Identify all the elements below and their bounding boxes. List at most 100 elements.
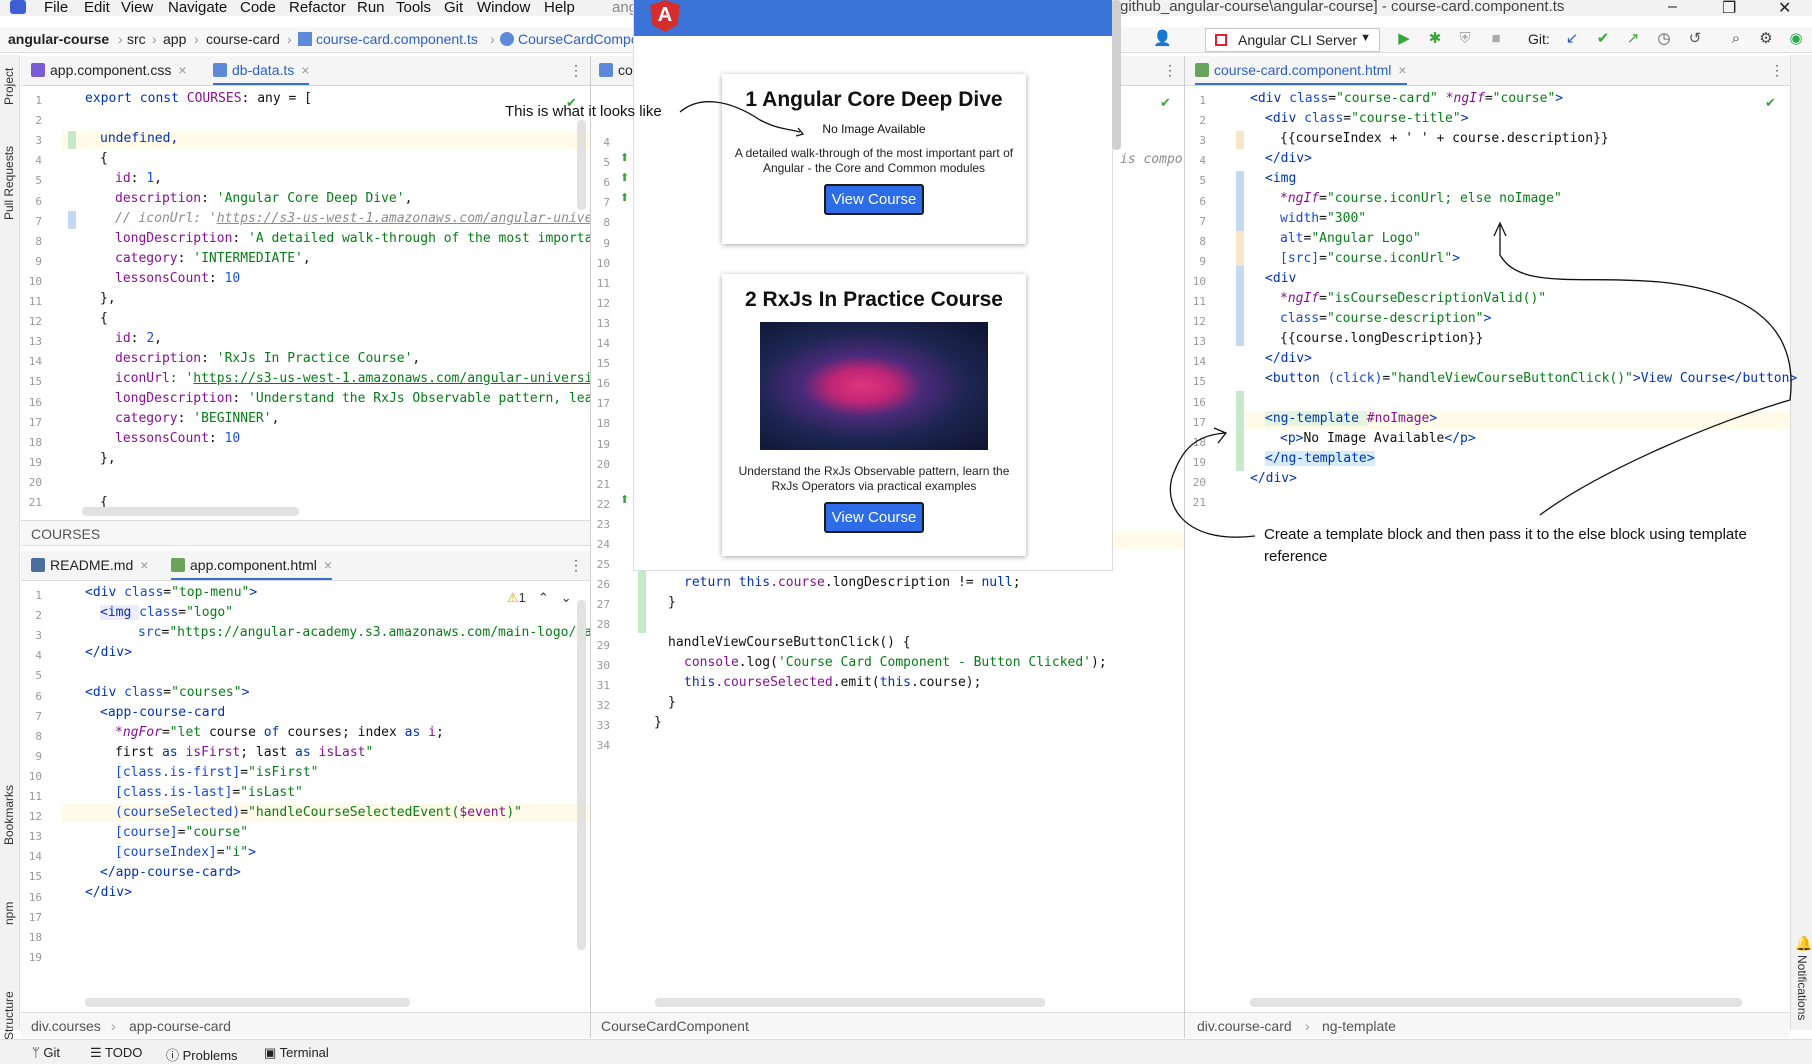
tab-app-component-css[interactable]: app.component.css × [31,62,187,78]
run-icon[interactable]: ▶ [1395,30,1413,48]
view-course-button[interactable]: View Course [823,502,925,533]
line-number: 24 [596,538,610,551]
breadcrumb-ng-template[interactable]: ng-template [1322,1018,1396,1034]
breadcrumb-component[interactable]: CourseCardComponent [601,1018,749,1034]
close-tab-icon[interactable]: × [140,557,148,573]
close-tab-icon[interactable]: × [301,62,309,78]
breadcrumb-class[interactable]: CourseCardCompo [500,31,639,47]
implements-gutter-icon[interactable]: ⬆ [620,171,629,184]
line-number: 6 [35,689,42,703]
menu-file[interactable]: File [44,0,68,16]
implements-gutter-icon[interactable]: ⬆ [620,493,629,506]
line-number: 16 [596,377,610,391]
breadcrumb-app-course-card[interactable]: app-course-card [129,1018,231,1034]
close-icon[interactable]: ✕ [1778,0,1791,16]
code-line: <div class="top-menu"> [85,585,258,600]
view-course-button[interactable]: View Course [823,184,925,215]
tab-label: app.component.css [50,62,172,78]
close-tab-icon[interactable]: × [324,557,332,573]
vertical-scrollbar[interactable] [577,600,586,950]
change-marker [1236,391,1244,471]
tab-course-card-html[interactable]: course-card.component.html × [1195,62,1407,85]
menu-view[interactable]: View [121,0,153,16]
todo-tool-button[interactable]: ☰ TODO [90,1045,142,1061]
line-number: 4 [1199,154,1206,168]
more-options-icon[interactable]: ⋮ [569,62,583,79]
line-number: 32 [596,698,610,712]
line-number: 2 [35,114,42,128]
menu-window[interactable]: Window [477,0,530,16]
implements-gutter-icon[interactable]: ⬆ [620,151,629,164]
notifications-tool-tab[interactable]: Notifications [1795,955,1809,1020]
menu-navigate[interactable]: Navigate [168,0,227,16]
run-config-label: Angular CLI Server [1238,32,1358,48]
plugin-icon[interactable]: ◉ [1787,30,1805,48]
git-update-icon[interactable]: ↙ [1563,30,1581,48]
terminal-tool-button[interactable]: ▣ Terminal [264,1045,329,1061]
breadcrumb-src[interactable]: src [127,31,146,47]
restore-icon[interactable]: ❐ [1722,0,1736,16]
git-tool-button[interactable]: ᛘ Git [32,1045,60,1060]
course-card: 2 RxJs In Practice Course Understand the… [722,274,1026,556]
stop-icon[interactable]: ■ [1487,30,1505,48]
horizontal-scrollbar[interactable] [1250,998,1742,1007]
problems-tool-button[interactable]: ⓘ Problems [166,1045,238,1064]
minimize-icon[interactable]: – [1668,0,1677,16]
history-icon[interactable]: ◷ [1655,30,1673,48]
line-number: 3 [1199,134,1206,148]
chevron-up-icon[interactable]: ⌃ [538,590,549,605]
debug-icon[interactable]: ✱ [1426,30,1444,48]
settings-gear-icon[interactable]: ⚙ [1757,30,1775,48]
horizontal-scrollbar[interactable] [85,998,410,1007]
search-icon[interactable]: ⌕ [1727,30,1745,48]
more-options-icon[interactable]: ⋮ [569,557,583,574]
rollback-icon[interactable]: ↺ [1686,30,1704,48]
breadcrumb-course-card[interactable]: course-card [206,31,280,47]
line-number: 29 [596,638,610,652]
close-tab-icon[interactable]: × [1398,62,1406,78]
line-number: 17 [1192,415,1206,429]
breadcrumb-div-course-card[interactable]: div.course-card [1197,1018,1292,1034]
tab-course-card-ts[interactable]: co [599,62,633,78]
line-number: 6 [1199,194,1206,208]
menu-code[interactable]: Code [240,0,276,16]
implements-gutter-icon[interactable]: ⬆ [620,191,629,204]
user-icon[interactable]: 👤 [1153,30,1172,48]
menu-help[interactable]: Help [544,0,575,16]
chevron-down-icon[interactable]: ⌄ [561,590,572,605]
bell-icon[interactable]: 🔔 [1795,935,1812,952]
line-number: 14 [596,337,610,350]
browser-scrollbar[interactable] [1112,0,1121,150]
tab-readme-md[interactable]: README.md × [31,557,148,573]
app-logo-icon [10,0,26,14]
line-number: 18 [596,417,610,431]
coverage-icon[interactable]: ⛨ [1456,30,1474,48]
line-number: 12 [596,296,610,310]
menu-git[interactable]: Git [444,0,463,16]
menu-refactor[interactable]: Refactor [289,0,346,16]
tab-app-component-html[interactable]: app.component.html × [171,557,333,580]
more-options-icon[interactable]: ⋮ [1770,62,1784,79]
menu-edit[interactable]: Edit [84,0,110,16]
line-number: 28 [596,618,610,632]
structure-tool-tab[interactable]: Structure [2,991,16,1040]
code-line: { [100,151,108,166]
breadcrumb-project[interactable]: angular-course [8,31,109,47]
breadcrumb-file[interactable]: course-card.component.ts [298,31,478,47]
structure-breadcrumb[interactable]: COURSES [31,526,100,542]
tab-db-data-ts[interactable]: db-data.ts × [213,62,310,85]
breadcrumb-app[interactable]: app [163,31,186,47]
terminal-icon: ▣ [264,1045,280,1060]
run-config-select[interactable]: Angular CLI Server ▼ [1205,28,1380,52]
menu-run[interactable]: Run [357,0,385,16]
horizontal-scrollbar[interactable] [655,998,1045,1007]
code-line: <p>No Image Available</p> [1280,431,1476,446]
inspection-widget[interactable]: ⚠1 ⌃ ⌄ [507,590,572,606]
git-push-icon[interactable]: ↗ [1624,30,1642,48]
breadcrumb-div-courses[interactable]: div.courses [31,1018,101,1034]
menu-tools[interactable]: Tools [396,0,431,16]
git-commit-icon[interactable]: ✔ [1594,30,1612,48]
close-tab-icon[interactable]: × [178,62,186,78]
horizontal-scrollbar[interactable] [82,507,299,516]
more-options-icon[interactable]: ⋮ [1163,62,1177,79]
